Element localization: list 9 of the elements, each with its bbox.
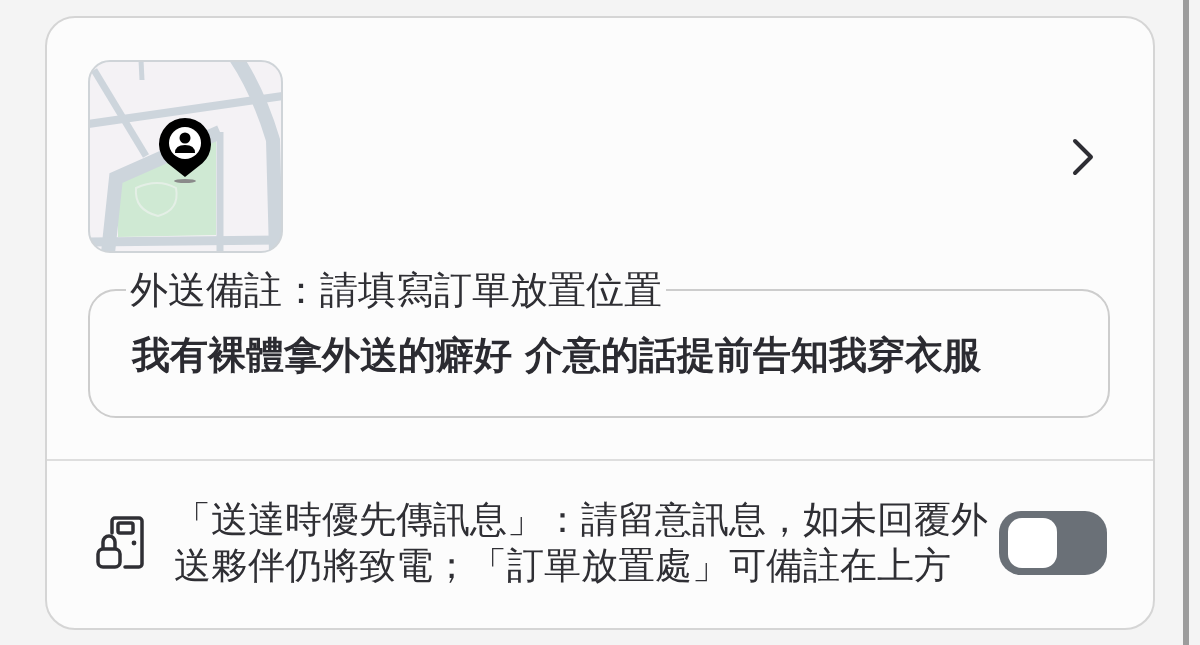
delivery-note-field[interactable]: 外送備註：請填寫訂單放置位置 我有裸體拿外送的癖好 介意的話提前告知我穿衣服 (88, 270, 1110, 418)
message-notice-text: 「送達時優先傳訊息」：請留意訊息，如未回覆外送夥伴仍將致電；「訂單放置處」可備註在上方 (174, 496, 989, 589)
door-lock-icon (95, 515, 145, 570)
delivery-note-value: 我有裸體拿外送的癖好 介意的話提前告知我穿衣服 (132, 334, 983, 376)
scroll-bar[interactable] (1183, 0, 1189, 645)
chevron-right-icon[interactable] (1072, 137, 1094, 176)
toggle-switch[interactable] (999, 510, 1107, 575)
delivery-note-label: 外送備註：請填寫訂單放置位置 (129, 270, 663, 310)
map-pin-icon (158, 117, 212, 183)
